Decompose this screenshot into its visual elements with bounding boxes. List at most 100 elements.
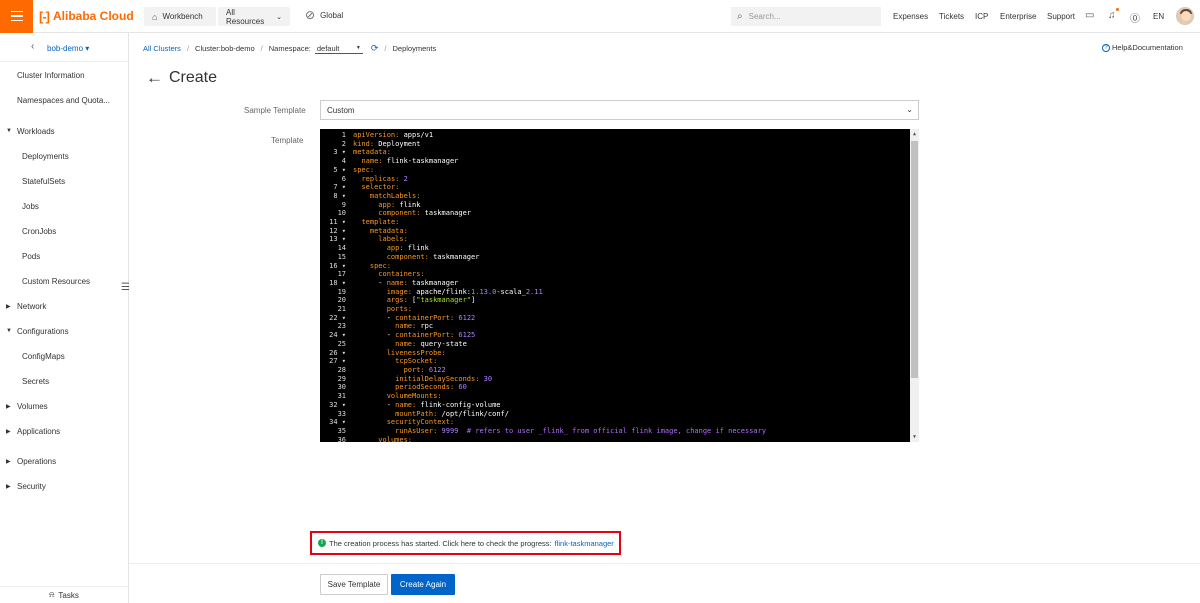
editor-scroll-thumb[interactable] bbox=[911, 141, 918, 378]
sidebar-item-workloads[interactable]: Workloads bbox=[17, 127, 55, 136]
notification-dot bbox=[1116, 8, 1119, 11]
sidebar-item-applications[interactable]: Applications bbox=[17, 427, 60, 436]
workbench-button[interactable]: ⌂ Workbench bbox=[144, 7, 216, 26]
line-number: 15 bbox=[337, 252, 346, 261]
scroll-down-icon[interactable]: ▼ bbox=[911, 433, 918, 442]
progress-link[interactable]: flink-taskmanager bbox=[555, 539, 614, 548]
help-icon[interactable]: ⓪ bbox=[1130, 10, 1140, 25]
sidebar-item-configurations[interactable]: Configurations bbox=[17, 327, 69, 336]
line-number: 4 bbox=[341, 157, 346, 166]
line-number: 3 ▾ bbox=[333, 148, 346, 157]
sidebar-item-security[interactable]: Security bbox=[17, 482, 46, 491]
home-icon: ⌂ bbox=[152, 11, 158, 22]
line-number: 7 ▾ bbox=[333, 183, 346, 192]
nav-support[interactable]: Support bbox=[1047, 12, 1075, 21]
page-title: ← Create bbox=[146, 68, 217, 88]
sample-template-select[interactable]: Custom ⌄ bbox=[320, 100, 919, 120]
brand-name: Alibaba Cloud bbox=[53, 9, 134, 23]
editor-gutter: 1 2 3 ▾ 4 5 ▾ 6 7 ▾ 8 ▾ 9 10 11 ▾ 12 ▾ 13 ▾ 14 … bbox=[320, 131, 350, 442]
yaml-editor[interactable]: 1 2 3 ▾ 4 5 ▾ 6 7 ▾ 8 ▾ 9 10 11 ▾ 12 ▾ 13 ▾ 14 … bbox=[320, 129, 919, 442]
avatar[interactable] bbox=[1176, 7, 1194, 25]
breadcrumb-separator: / bbox=[384, 44, 387, 53]
sidebar-item-operations[interactable]: Operations bbox=[17, 457, 56, 466]
creation-notice: ! The creation process has started. Clic… bbox=[310, 531, 621, 555]
line-number: 17 bbox=[337, 270, 346, 279]
sidebar-item-jobs[interactable]: Jobs bbox=[22, 202, 39, 211]
line-number: 27 ▾ bbox=[329, 357, 346, 366]
line-number: 25 bbox=[337, 339, 346, 348]
create-again-button[interactable]: Create Again bbox=[391, 574, 455, 595]
editor-code[interactable]: apiVersion: apps/v1 kind: Deployment met… bbox=[353, 131, 766, 442]
line-number: 1 bbox=[341, 131, 346, 139]
line-number: 36 bbox=[337, 435, 346, 442]
breadcrumb-separator: / bbox=[260, 44, 263, 53]
scroll-up-icon[interactable]: ▲ bbox=[911, 130, 918, 139]
sidebar-item-cluster-information[interactable]: Cluster Information bbox=[17, 71, 85, 80]
line-number: 35 bbox=[337, 426, 346, 435]
all-resources-label: All Resources bbox=[226, 7, 265, 26]
search-input[interactable]: ⌕ Search... bbox=[731, 7, 881, 26]
line-number: 26 ▾ bbox=[329, 348, 346, 357]
sidebar-item-deployments[interactable]: Deployments bbox=[22, 152, 69, 161]
sidebar: ‹ bob-demo ▾ Cluster Information Namespa… bbox=[0, 33, 129, 603]
sidebar-item-network[interactable]: Network bbox=[17, 302, 46, 311]
line-number: 2 bbox=[341, 139, 346, 148]
line-number: 5 ▾ bbox=[333, 165, 346, 174]
sidebar-item-custom-resources[interactable]: Custom Resources bbox=[22, 277, 90, 286]
breadcrumb-cluster[interactable]: Cluster:bob-demo bbox=[195, 44, 255, 53]
collapse-sidebar-icon[interactable]: ☰ bbox=[121, 282, 130, 293]
notice-text: The creation process has started. Click … bbox=[329, 538, 552, 548]
page-title-text: Create bbox=[169, 69, 218, 86]
terminal-icon[interactable]: ▭ bbox=[1085, 10, 1094, 21]
line-number: 32 ▾ bbox=[329, 400, 346, 409]
caret-down-icon: ▼ bbox=[6, 328, 12, 334]
cluster-selector[interactable]: ‹ bob-demo ▾ bbox=[0, 33, 128, 62]
chevron-left-icon[interactable]: ‹ bbox=[31, 41, 34, 52]
breadcrumb-deployments[interactable]: Deployments bbox=[393, 44, 437, 53]
line-number: 14 bbox=[337, 244, 346, 253]
search-placeholder: Search... bbox=[748, 12, 781, 21]
sidebar-item-volumes[interactable]: Volumes bbox=[17, 402, 48, 411]
region-label: Global bbox=[320, 10, 344, 20]
caret-right-icon: ▶ bbox=[6, 484, 11, 490]
help-documentation-link[interactable]: ? Help&Documentation bbox=[1102, 43, 1183, 52]
menu-icon[interactable] bbox=[0, 0, 33, 33]
line-number: 6 bbox=[341, 174, 346, 183]
cluster-name[interactable]: bob-demo ▾ bbox=[47, 44, 89, 53]
sidebar-item-cronjobs[interactable]: CronJobs bbox=[22, 227, 56, 236]
nav-enterprise[interactable]: Enterprise bbox=[1000, 12, 1036, 21]
all-resources-dropdown[interactable]: All Resources ⌄ bbox=[218, 7, 290, 26]
sidebar-item-statefulsets[interactable]: StatefulSets bbox=[22, 177, 65, 186]
line-number: 30 bbox=[337, 383, 346, 392]
nav-expenses[interactable]: Expenses bbox=[893, 12, 928, 21]
sidebar-item-pods[interactable]: Pods bbox=[22, 252, 40, 261]
breadcrumb-all-clusters[interactable]: All Clusters bbox=[143, 44, 181, 53]
sidebar-item-configmaps[interactable]: ConfigMaps bbox=[22, 352, 65, 361]
refresh-icon[interactable]: ⟳ bbox=[371, 43, 379, 54]
footer-bar bbox=[129, 563, 1200, 603]
breadcrumb-separator: / bbox=[186, 44, 190, 53]
region-selector[interactable]: ⊘ Global bbox=[305, 8, 343, 22]
caret-down-icon: ▼ bbox=[6, 128, 12, 134]
bell-icon[interactable]: ♫ bbox=[1108, 10, 1116, 21]
line-number: 10 bbox=[337, 209, 346, 218]
line-number: 21 bbox=[337, 305, 346, 314]
caret-right-icon: ▶ bbox=[6, 459, 11, 465]
line-number: 29 bbox=[337, 374, 346, 383]
sample-template-value: Custom bbox=[327, 105, 355, 115]
nav-tickets[interactable]: Tickets bbox=[939, 12, 964, 21]
sidebar-item-secrets[interactable]: Secrets bbox=[22, 377, 49, 386]
tasks-button[interactable]: ⍾ Tasks bbox=[0, 586, 128, 603]
back-arrow-icon[interactable]: ← bbox=[146, 68, 163, 88]
save-template-button[interactable]: Save Template bbox=[320, 574, 388, 595]
brand-logo[interactable]: [-] Alibaba Cloud bbox=[39, 0, 134, 33]
line-number: 24 ▾ bbox=[329, 331, 346, 340]
editor-scrollbar[interactable]: ▲ ▼ bbox=[910, 129, 919, 442]
namespace-select[interactable]: default ▼ bbox=[314, 44, 363, 54]
tasks-label: Tasks bbox=[58, 590, 79, 600]
namespace-label: Namespace: bbox=[268, 44, 311, 53]
language-switch[interactable]: EN bbox=[1153, 12, 1164, 21]
nav-icp[interactable]: ICP bbox=[975, 12, 988, 21]
sidebar-item-namespaces[interactable]: Namespaces and Quota... bbox=[17, 96, 110, 105]
line-number: 33 bbox=[337, 409, 346, 418]
